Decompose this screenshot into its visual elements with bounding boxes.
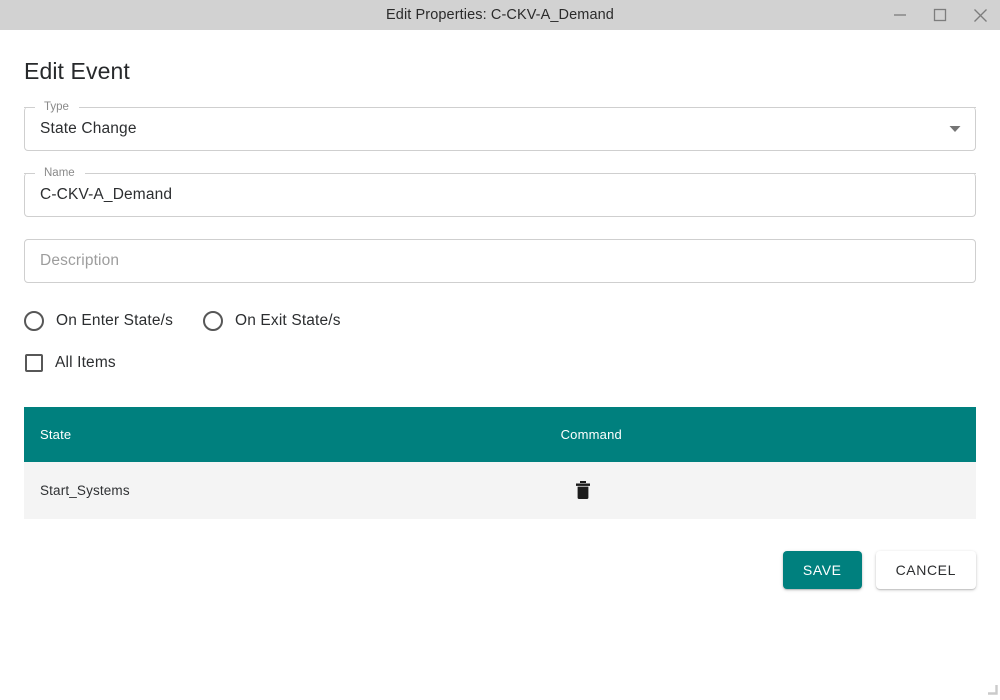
checkbox-all-items-label: All Items <box>55 354 116 371</box>
column-header-state: State <box>40 427 72 442</box>
table-row[interactable]: Start_Systems <box>24 462 976 519</box>
window-titlebar: Edit Properties: C-CKV-A_Demand <box>0 0 1000 30</box>
radio-unselected-icon <box>203 311 223 331</box>
name-input[interactable]: Name C-CKV-A_Demand <box>24 167 976 217</box>
description-field-placeholder: Description <box>40 252 120 269</box>
name-field-value: C-CKV-A_Demand <box>40 186 173 203</box>
type-field-value: State Change <box>40 120 137 137</box>
states-table-head: State Command <box>24 407 976 462</box>
radio-unselected-icon <box>24 311 44 331</box>
window-controls <box>880 0 1000 30</box>
maximize-icon <box>933 8 947 22</box>
all-items-row: All Items <box>24 351 976 375</box>
maximize-button[interactable] <box>920 0 960 30</box>
close-button[interactable] <box>960 0 1000 30</box>
radio-on-enter-states-label: On Enter State/s <box>56 312 173 329</box>
radio-on-enter-states[interactable]: On Enter State/s <box>24 311 173 331</box>
state-trigger-radio-group: On Enter State/s On Exit State/s <box>24 309 976 333</box>
chevron-down-icon[interactable] <box>948 107 962 151</box>
cell-state: Start_Systems <box>40 483 130 498</box>
checkbox-unchecked-icon <box>25 354 43 372</box>
minimize-icon <box>893 8 907 22</box>
radio-on-exit-states[interactable]: On Exit State/s <box>203 311 341 331</box>
page-title: Edit Event <box>24 58 130 84</box>
description-input[interactable]: Description <box>24 239 976 283</box>
minimize-button[interactable] <box>880 0 920 30</box>
type-select[interactable]: Type State Change <box>24 101 976 151</box>
dialog-actions: SAVE CANCEL <box>24 551 976 589</box>
cell-command <box>545 462 976 519</box>
edit-properties-window: Edit Properties: C-CKV-A_Demand Edit Eve… <box>0 0 1000 697</box>
column-header-command: Command <box>560 427 622 442</box>
save-button[interactable]: SAVE <box>782 551 862 589</box>
cancel-button[interactable]: CANCEL <box>875 551 976 589</box>
trash-icon[interactable] <box>571 478 595 502</box>
dialog-content: Edit Event Type State Change Name C-CKV-… <box>0 30 1000 697</box>
states-table-header-row: State Command <box>24 407 976 462</box>
resize-grip[interactable] <box>982 679 998 695</box>
window-title: Edit Properties: C-CKV-A_Demand <box>386 7 614 23</box>
checkbox-all-items[interactable]: All Items <box>24 354 116 372</box>
close-icon <box>973 8 988 23</box>
states-table: State Command Start_Systems <box>24 407 976 519</box>
radio-on-exit-states-label: On Exit State/s <box>235 312 341 329</box>
states-table-body: Start_Systems <box>24 462 976 519</box>
